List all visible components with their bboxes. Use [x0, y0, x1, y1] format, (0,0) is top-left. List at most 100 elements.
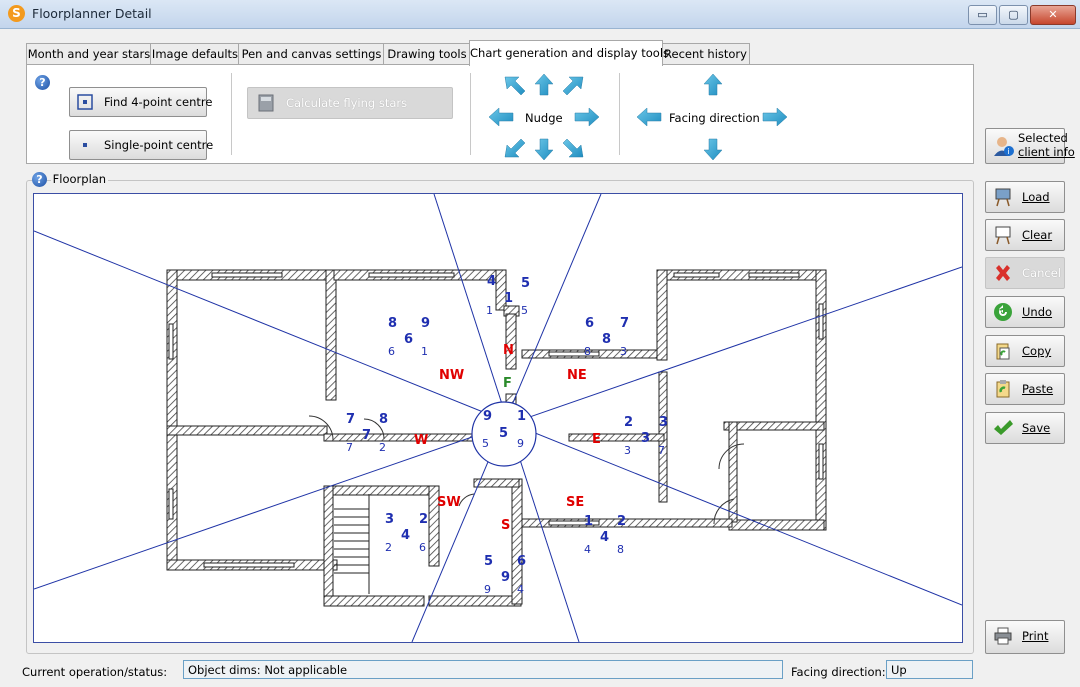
star-n-3: 1 — [504, 291, 513, 306]
tab-pen-canvas-settings[interactable]: Pen and canvas settings — [238, 43, 385, 65]
star-ne-3: 8 — [602, 332, 611, 347]
floorplan-canvas[interactable]: NW N NE W E SW S SE F 9 1 5 5 9 8 9 6 6 … — [33, 193, 963, 643]
printer-icon — [994, 627, 1012, 645]
paste-button[interactable]: Paste — [985, 373, 1065, 405]
star-w-3: 7 — [362, 428, 371, 443]
sector-s-label: S — [501, 518, 510, 533]
star-n-2: 5 — [521, 276, 530, 291]
single-point-centre-button[interactable]: Single-point centre — [69, 130, 213, 160]
blank-easel-icon — [995, 226, 1011, 245]
nudge-up-right-icon[interactable] — [562, 76, 584, 96]
star-ne-1: 6 — [585, 316, 594, 331]
tab-month-year-stars[interactable]: Month and year stars — [26, 43, 152, 65]
floorplan-drawing: NW N NE W E SW S SE F 9 1 5 5 9 8 9 6 6 … — [34, 194, 962, 642]
undo-button[interactable]: Undo — [985, 296, 1065, 328]
sector-ne-label: NE — [567, 368, 587, 383]
nudge-down-icon[interactable] — [534, 138, 554, 161]
nudge-left-icon[interactable] — [488, 107, 514, 127]
separator — [231, 73, 232, 155]
star-nw-2: 9 — [421, 316, 430, 331]
undo-label: Undo — [1022, 305, 1053, 319]
maximize-button[interactable]: ▢ — [999, 5, 1028, 25]
find-4-point-centre-button[interactable]: Find 4-point centre — [69, 87, 212, 117]
centre-star-c: 5 — [499, 426, 508, 441]
help-icon[interactable]: ? — [35, 75, 50, 90]
nudge-up-left-icon[interactable] — [504, 76, 526, 96]
star-e-1: 2 — [624, 415, 633, 430]
selected-label: Selected — [1018, 131, 1068, 145]
sector-n-label: N — [503, 343, 514, 358]
red-x-icon — [996, 265, 1010, 281]
star-n-4: 1 — [486, 304, 493, 317]
print-button[interactable]: Print — [985, 620, 1065, 654]
separator — [470, 73, 471, 155]
facing-direction-label: Facing direction — [669, 111, 760, 125]
star-w-4: 7 — [346, 441, 353, 454]
clear-button[interactable]: Clear — [985, 219, 1065, 251]
facing-down-icon[interactable] — [703, 138, 723, 161]
star-w-2: 8 — [379, 412, 388, 427]
user-info-icon: i — [994, 137, 1014, 156]
star-e-4: 3 — [624, 444, 631, 457]
star-nw-4: 6 — [388, 345, 395, 358]
facing-right-icon[interactable] — [762, 107, 788, 127]
star-se-5: 8 — [617, 543, 624, 556]
chart-tools-panel: ? Find 4-point centre Single-point centr… — [26, 64, 974, 164]
undo-icon — [994, 303, 1012, 321]
load-label: Load — [1022, 190, 1050, 204]
load-button[interactable]: Load — [985, 181, 1065, 213]
facing-left-icon[interactable] — [636, 107, 662, 127]
nudge-right-icon[interactable] — [574, 107, 600, 127]
star-e-2: 3 — [659, 415, 668, 430]
star-e-3: 3 — [641, 431, 650, 446]
paste-icon — [996, 380, 1010, 398]
target-box-icon — [77, 94, 93, 110]
print-label: Print — [1022, 629, 1049, 643]
copy-icon — [996, 343, 1010, 360]
clear-label: Clear — [1022, 228, 1053, 242]
dot-icon — [83, 143, 87, 147]
save-label: Save — [1022, 421, 1051, 435]
save-button[interactable]: Save — [985, 412, 1065, 444]
find-centre-label: Find 4-point centre — [104, 95, 213, 109]
star-s-3: 9 — [501, 570, 510, 585]
checkmark-icon — [994, 420, 1013, 435]
tab-chart-generation[interactable]: Chart generation and display tools — [469, 40, 669, 66]
tab-recent-history[interactable]: Recent history — [661, 43, 750, 65]
close-button[interactable]: ✕ — [1030, 5, 1076, 25]
star-s-5: 4 — [517, 583, 524, 596]
client-info-label: client info — [1018, 145, 1075, 159]
nudge-down-left-icon[interactable] — [504, 138, 526, 158]
minimize-button[interactable]: ▭ — [968, 5, 997, 25]
sector-sw-label: SW — [437, 495, 461, 510]
star-n-1: 4 — [487, 274, 496, 289]
nudge-down-right-icon[interactable] — [562, 138, 584, 158]
star-se-4: 4 — [584, 543, 591, 556]
calculate-flying-stars-button[interactable]: Calculate flying stars — [247, 87, 453, 119]
star-nw-3: 6 — [404, 332, 413, 347]
tab-image-defaults[interactable]: Image defaults — [150, 43, 240, 65]
centre-star-tl: 9 — [483, 409, 492, 424]
calculate-label: Calculate flying stars — [286, 96, 408, 110]
star-sw-2: 2 — [419, 512, 428, 527]
separator — [619, 73, 620, 155]
status-bar: Current operation/status: Object dims: N… — [0, 657, 1080, 687]
title-bar: S Floorplanner Detail ▭ ▢ ✕ — [0, 0, 1080, 29]
tab-drawing-tools[interactable]: Drawing tools — [383, 43, 471, 65]
selected-client-info-button[interactable]: i Selected client info — [985, 128, 1075, 164]
floorplan-title: Floorplan — [50, 172, 109, 186]
window-title: Floorplanner Detail — [32, 6, 152, 21]
star-sw-3: 4 — [401, 528, 410, 543]
centre-star-br: 9 — [517, 437, 524, 450]
copy-button[interactable]: Copy — [985, 335, 1065, 367]
star-sw-5: 6 — [419, 541, 426, 554]
floorplan-help-icon[interactable]: ? — [32, 172, 47, 187]
cancel-button[interactable]: Cancel — [985, 257, 1065, 289]
nudge-up-icon[interactable] — [534, 73, 554, 96]
star-s-1: 5 — [484, 554, 493, 569]
paste-label: Paste — [1022, 382, 1054, 396]
facing-up-icon[interactable] — [703, 73, 723, 96]
stairs — [334, 494, 370, 594]
nudge-label: Nudge — [525, 111, 563, 125]
calculator-icon — [258, 94, 274, 112]
